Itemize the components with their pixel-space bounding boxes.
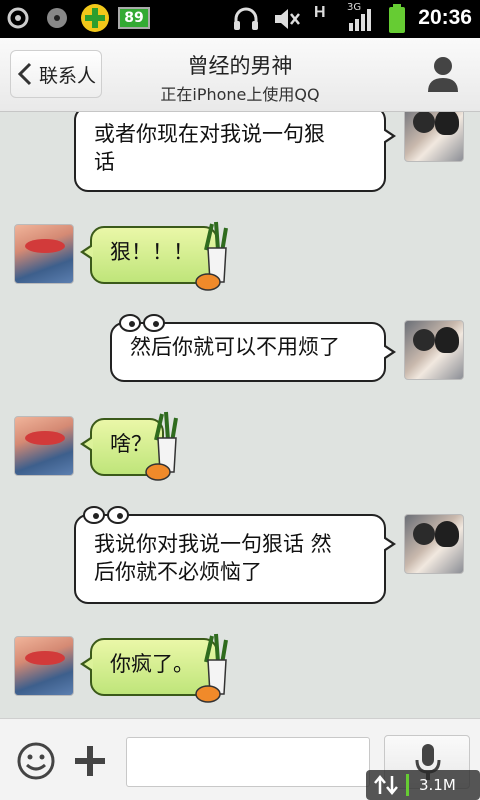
contact-status: 正在iPhone上使用QQ	[160, 85, 320, 104]
message-text-line: 或者你现在对我说一句狠	[94, 122, 325, 146]
message-list[interactable]: 或者你现在对我说一句狠 话 狠！！！ 然后你就可以不用烦了 啥？ 我说你对我说一…	[0, 112, 480, 718]
my-avatar[interactable]	[404, 514, 464, 574]
message-bubble-sent[interactable]: 我说你对我说一句狠话 然 后你就不必烦恼了	[74, 506, 396, 604]
my-avatar[interactable]	[404, 112, 464, 162]
eyes-decoration-icon	[119, 314, 165, 332]
message-text-line: 我说你对我说一句狠话 然	[94, 532, 332, 556]
network-speed: 3.1M	[419, 776, 456, 794]
message-bubble-sent[interactable]: 或者你现在对我说一句狠 话	[74, 112, 396, 192]
person-icon	[428, 57, 458, 92]
network-speed-badge: 3.1M	[366, 770, 480, 800]
radish-sticker-icon	[145, 411, 178, 481]
radish-sticker-icon	[195, 221, 228, 291]
disc-icon	[47, 8, 67, 28]
contact-avatar[interactable]	[14, 416, 74, 476]
headset-icon	[234, 7, 258, 30]
security-app-icon	[81, 4, 109, 32]
contact-name: 曾经的男神	[187, 54, 293, 78]
clock: 20:36	[418, 6, 472, 29]
message-text-line: 后你就不必烦恼了	[94, 560, 262, 584]
data-transfer-icon	[374, 775, 398, 795]
contact-avatar[interactable]	[14, 636, 74, 696]
my-avatar[interactable]	[404, 320, 464, 380]
signal-icon	[349, 9, 371, 31]
battery-app-badge: 89	[118, 7, 150, 29]
status-bar: 89 H 3G 20:36	[0, 0, 480, 38]
message-input[interactable]	[126, 737, 370, 787]
message-text: 狠！！！	[110, 240, 194, 264]
profile-button[interactable]	[416, 48, 470, 100]
sync-icon	[7, 7, 29, 29]
contact-avatar[interactable]	[14, 224, 74, 284]
network-type: H	[314, 4, 326, 21]
message-text: 你疯了。	[110, 652, 194, 676]
mute-icon	[275, 9, 300, 29]
battery-icon	[389, 4, 405, 33]
radish-sticker-icon	[195, 633, 228, 703]
message-text-line: 话	[94, 150, 115, 174]
eyes-decoration-icon	[83, 506, 129, 524]
plus-icon[interactable]	[72, 743, 108, 779]
chat-header: 联系人 曾经的男神 正在iPhone上使用QQ	[0, 38, 480, 112]
message-text: 然后你就可以不用烦了	[130, 335, 340, 359]
smiley-icon[interactable]	[16, 741, 56, 781]
message-bubble-sent[interactable]: 然后你就可以不用烦了	[110, 314, 396, 382]
